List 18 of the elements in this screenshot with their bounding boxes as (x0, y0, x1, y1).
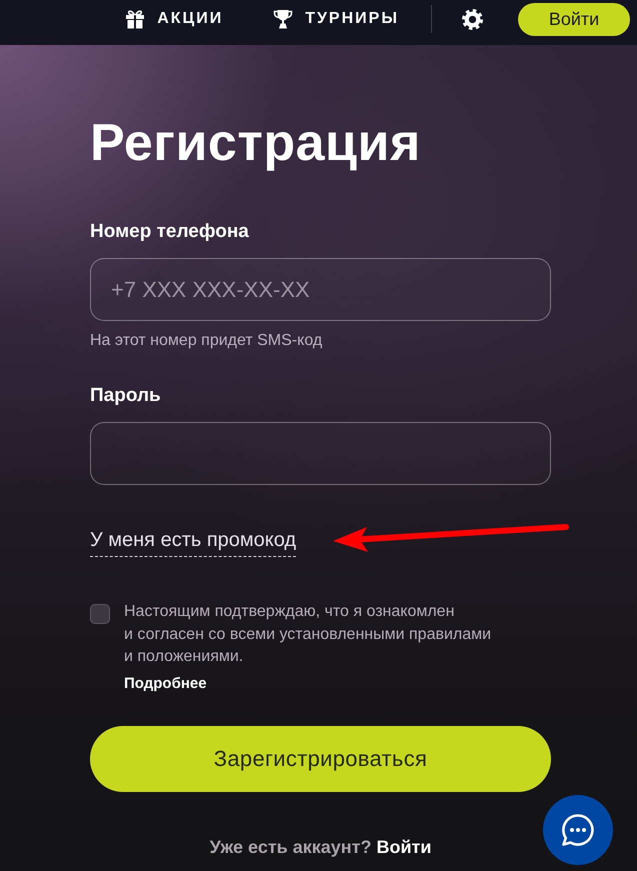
field-label: Номер телефона (90, 220, 250, 244)
promo-code-link[interactable]: У меня есть промокод (90, 528, 296, 557)
login-link[interactable]: Войти (376, 836, 432, 856)
trophy-icon (273, 9, 294, 29)
gift-icon (125, 9, 146, 29)
settings-icon[interactable] (462, 8, 483, 30)
consent-checkbox[interactable] (90, 604, 110, 624)
login-button[interactable]: Войти (518, 2, 630, 36)
chat-icon (560, 812, 596, 848)
field-label: Пароль (90, 384, 162, 408)
hint-text: На этот номер придет SMS-код (90, 331, 324, 350)
page-title: Регистрация (90, 113, 422, 174)
details-link[interactable]: Подробнее (124, 674, 207, 692)
register-button[interactable]: Зарегистрироваться (90, 726, 551, 792)
account-question-text: Уже есть аккаунт? (210, 836, 372, 856)
nav-link[interactable]: АКЦИИ (125, 9, 224, 29)
consent-text: Настоящим подтверждаю, что я ознакомлен и согласен со всеми установленными правилами и положениями. (124, 602, 492, 667)
nav-link[interactable]: ТУРНИРЫ (273, 9, 399, 29)
